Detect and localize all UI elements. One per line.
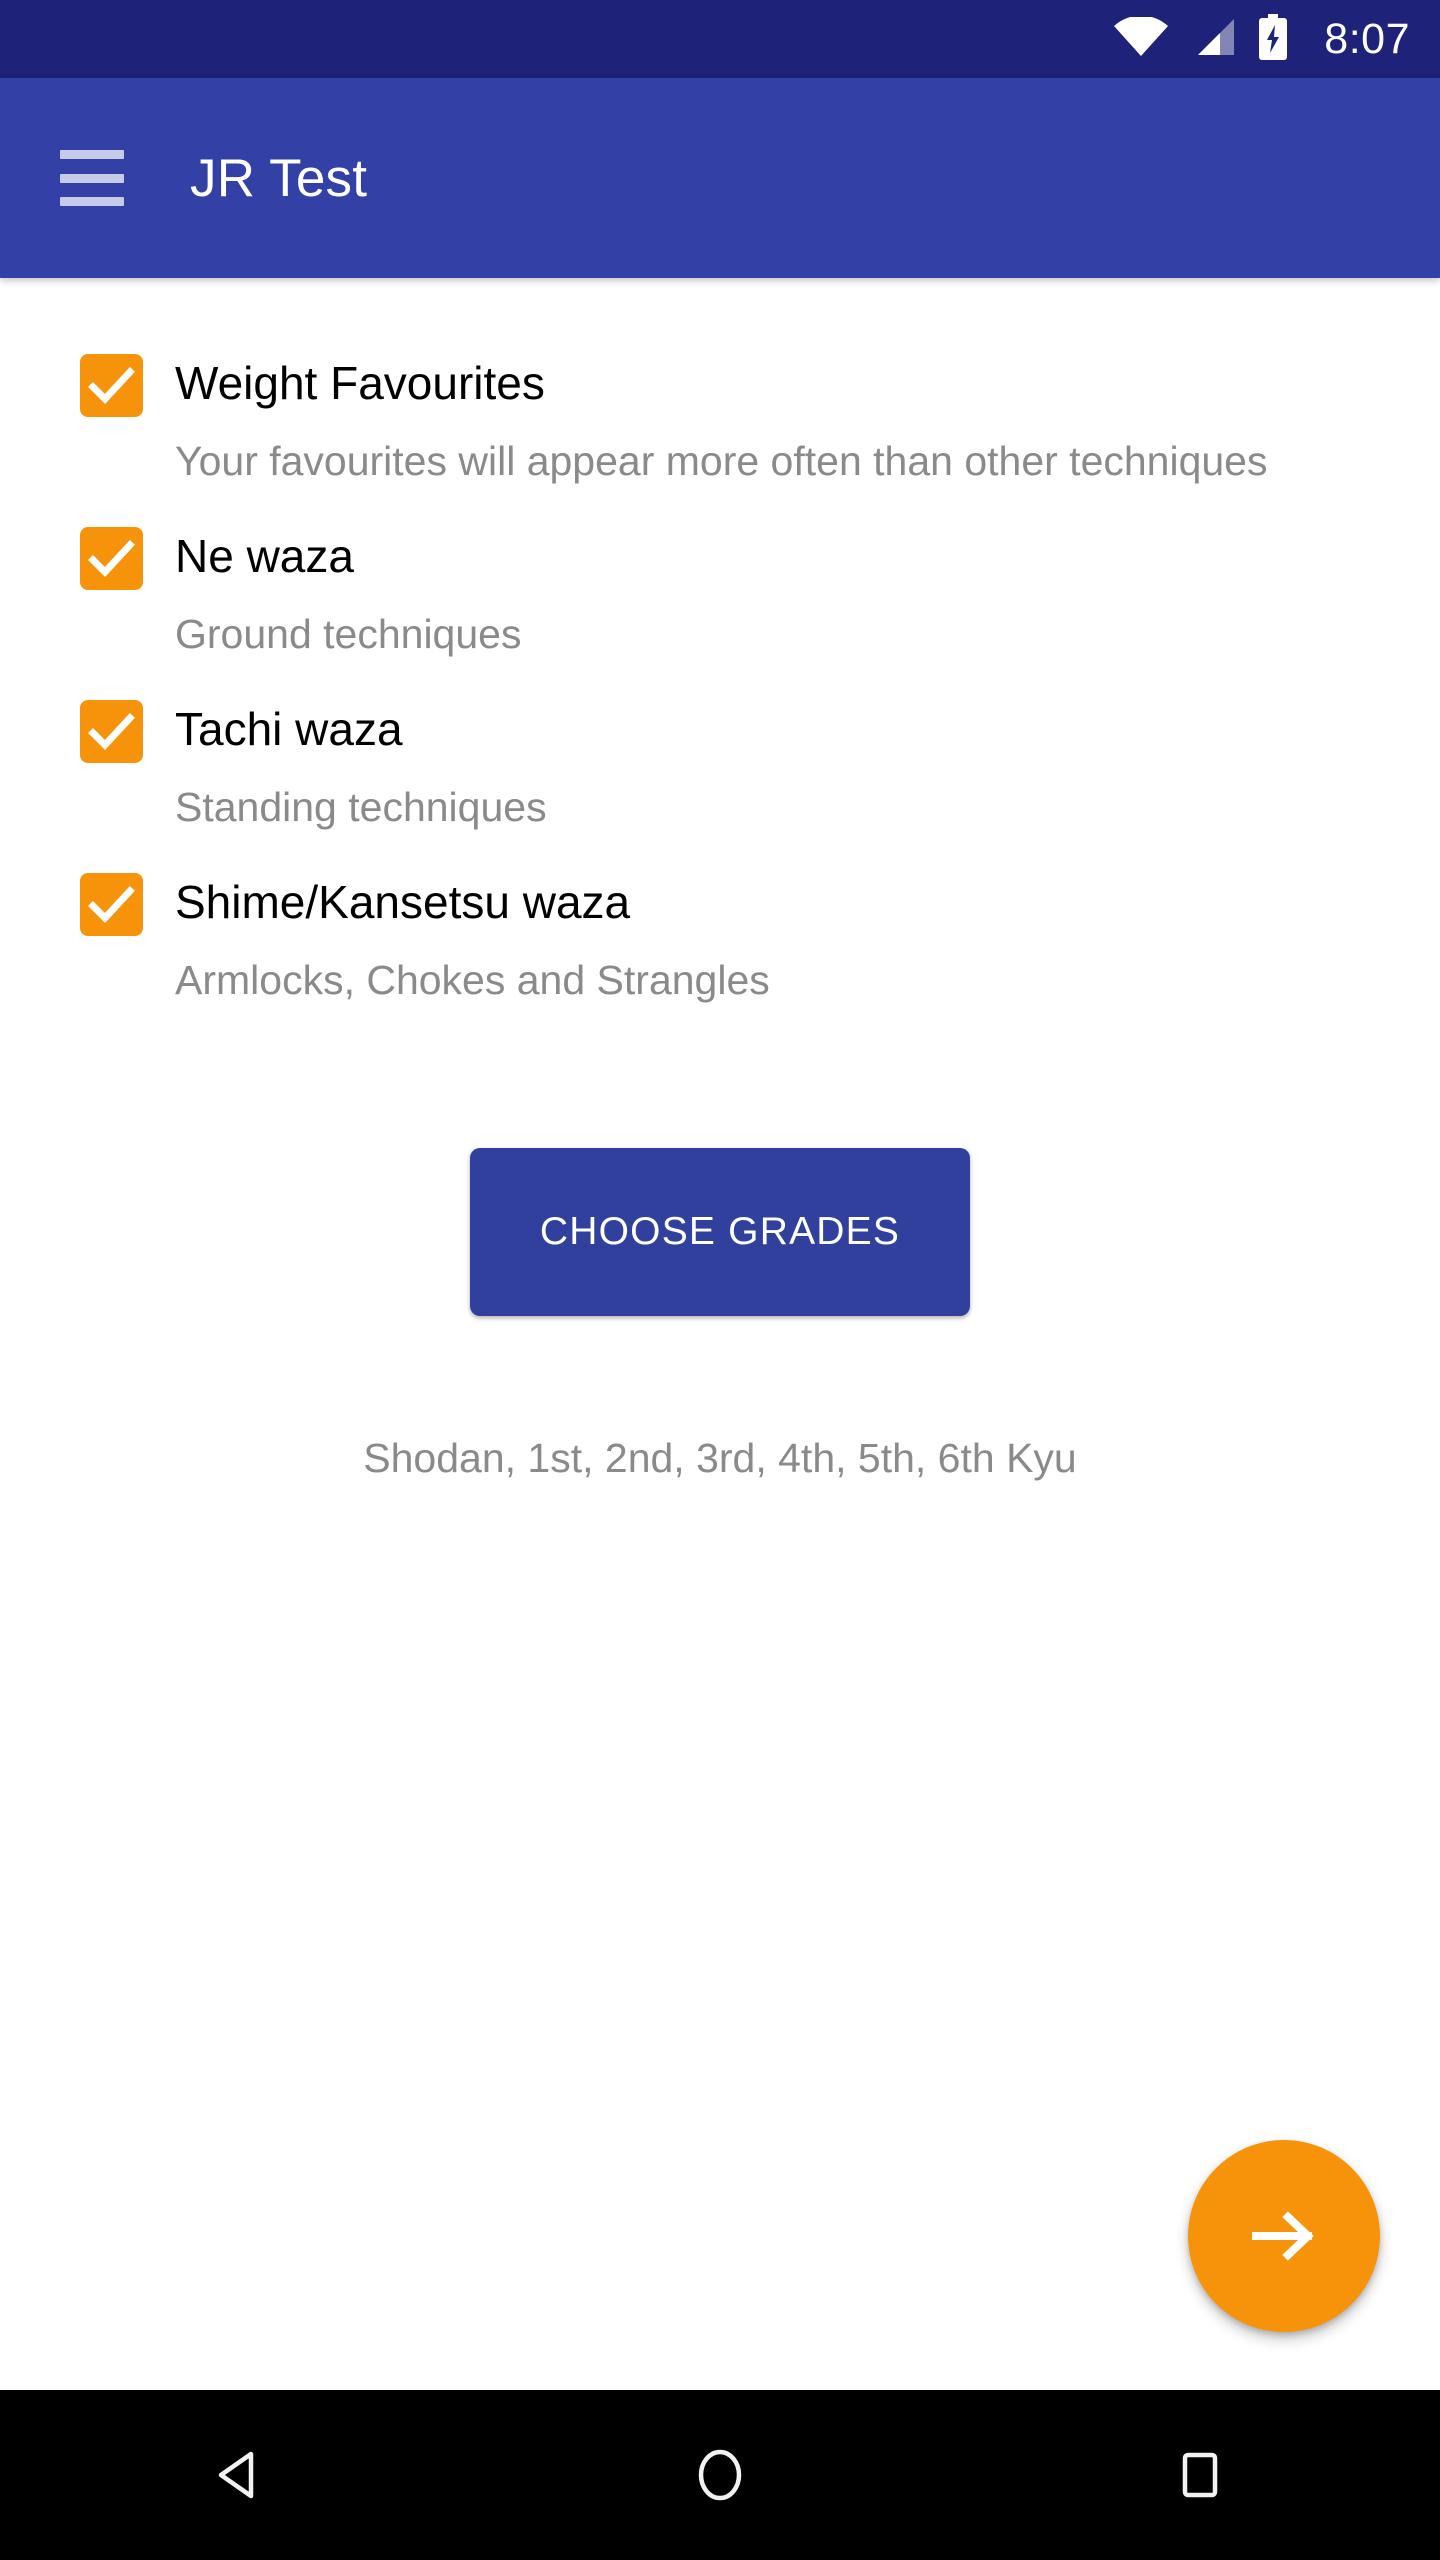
arrow-right-icon	[1252, 2211, 1314, 2261]
wifi-icon	[1114, 15, 1169, 62]
battery-charging-icon	[1258, 13, 1288, 65]
checkbox-row-ne-waza[interactable]: Ne waza	[0, 525, 1440, 590]
page-title: JR Test	[190, 148, 368, 208]
recents-square-icon	[1182, 2452, 1218, 2498]
cellular-signal-icon	[1190, 17, 1236, 62]
checkbox-row-tachi-waza[interactable]: Tachi waza	[0, 698, 1440, 763]
check-mark-icon	[88, 713, 135, 751]
phone-screen: 8:07 JR Test Weight Favourites Your favo…	[0, 0, 1440, 2560]
nav-recents-button[interactable]	[1115, 2390, 1285, 2560]
menu-line-3	[60, 197, 124, 206]
check-mark-icon	[88, 886, 135, 924]
android-navigation-bar	[0, 2390, 1440, 2560]
nav-back-button[interactable]	[155, 2390, 325, 2560]
checkbox-description: Your favourites will appear more often t…	[175, 438, 1268, 484]
home-circle-icon	[698, 2449, 742, 2501]
checkbox-row-weight-favourites[interactable]: Weight Favourites	[0, 352, 1440, 417]
main-content: Weight Favourites Your favourites will a…	[0, 278, 1440, 2390]
check-mark-icon	[88, 367, 135, 405]
check-mark-icon	[88, 540, 135, 578]
checkbox-label: Shime/Kansetsu waza	[175, 876, 631, 928]
checkbox-row-shime-kansetsu-waza[interactable]: Shime/Kansetsu waza	[0, 871, 1440, 936]
next-fab-button[interactable]	[1188, 2140, 1380, 2332]
checkbox-shime-kansetsu-waza[interactable]	[80, 873, 143, 936]
checkbox-ne-waza[interactable]	[80, 527, 143, 590]
checkbox-description: Ground techniques	[175, 611, 522, 657]
nav-home-button[interactable]	[635, 2390, 805, 2560]
hamburger-menu-icon[interactable]	[60, 150, 124, 206]
status-bar: 8:07	[0, 0, 1440, 78]
app-bar: JR Test	[0, 78, 1440, 278]
checkbox-tachi-waza[interactable]	[80, 700, 143, 763]
choose-grades-button[interactable]: CHOOSE GRADES	[470, 1148, 970, 1316]
menu-line-2	[60, 173, 124, 183]
status-bar-icons: 8:07	[1114, 13, 1410, 65]
selected-grades-summary: Shodan, 1st, 2nd, 3rd, 4th, 5th, 6th Kyu	[363, 1435, 1077, 1481]
choose-grades-container: CHOOSE GRADES	[0, 1148, 1440, 1316]
menu-line-1	[60, 150, 124, 159]
checkbox-label: Tachi waza	[175, 703, 403, 755]
checkbox-description: Standing techniques	[175, 784, 547, 830]
back-triangle-icon	[218, 2451, 254, 2499]
status-bar-clock: 8:07	[1324, 14, 1410, 63]
checkbox-label: Ne waza	[175, 530, 354, 582]
checkbox-description: Armlocks, Chokes and Strangles	[175, 957, 770, 1003]
checkbox-weight-favourites[interactable]	[80, 354, 143, 417]
checkbox-label: Weight Favourites	[175, 357, 545, 409]
